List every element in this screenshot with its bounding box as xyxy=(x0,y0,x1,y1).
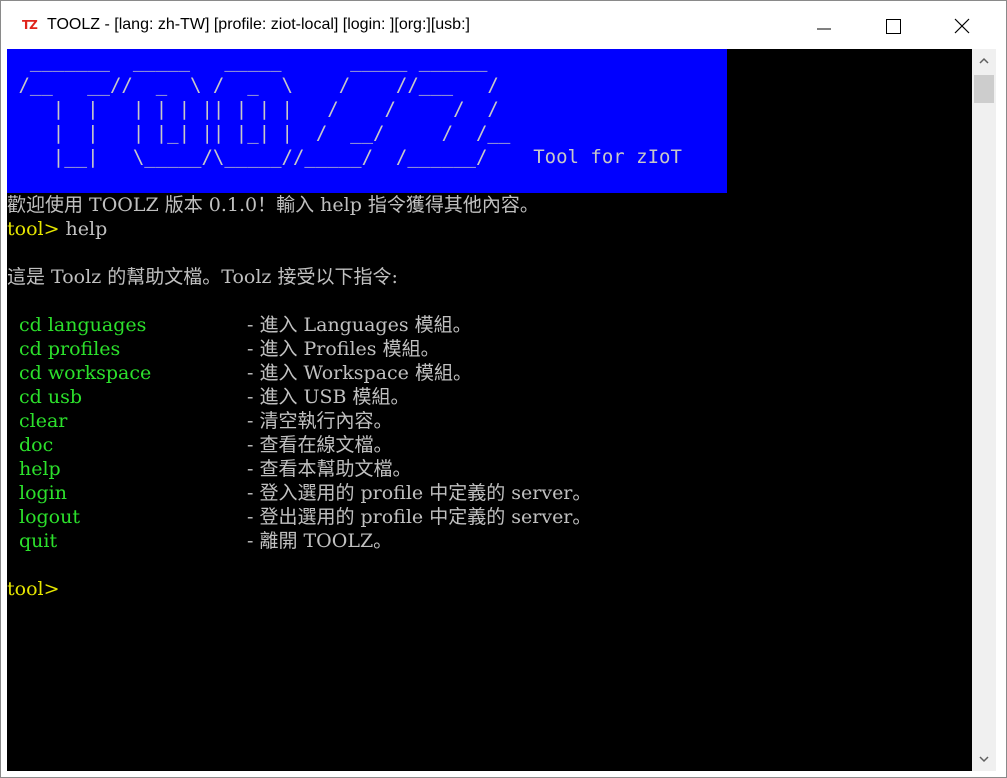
command-name: cd languages xyxy=(19,314,147,336)
command-name: cd usb xyxy=(19,386,82,408)
command-description: - 進入 USB 模組。 xyxy=(247,386,410,408)
command-name: doc xyxy=(19,434,54,456)
title-bar[interactable]: TZ TOOLZ - [lang: zh-TW] [profile: ziot-… xyxy=(1,1,1006,49)
window-frame-right xyxy=(996,49,1006,777)
command-description: - 進入 Workspace 模組。 xyxy=(247,362,472,384)
minimize-icon xyxy=(817,28,831,30)
console-output: 歡迎使用 TOOLZ 版本 0.1.0！輸入 help 指令獲得其他內容。 to… xyxy=(7,193,972,601)
typed-command: help xyxy=(59,218,108,240)
help-entry: cd workspace - 進入 Workspace 模組。 xyxy=(7,361,972,385)
console-area[interactable]: _______ _____ _____ _____ ______ /__ __/… xyxy=(7,49,972,771)
command-name: cd profiles xyxy=(19,338,121,360)
ascii-banner: _______ _____ _____ _____ ______ /__ __/… xyxy=(7,49,727,193)
command-description: - 進入 Languages 模組。 xyxy=(247,314,472,336)
help-entry: cd languages - 進入 Languages 模組。 xyxy=(7,313,972,337)
help-entry: logout - 登出選用的 profile 中定義的 server。 xyxy=(7,505,972,529)
command-name: logout xyxy=(19,506,80,528)
command-name: clear xyxy=(19,410,68,432)
command-name: cd workspace xyxy=(19,362,152,384)
window-title: TOOLZ - [lang: zh-TW] [profile: ziot-loc… xyxy=(47,16,470,33)
scroll-thumb[interactable] xyxy=(974,75,994,103)
command-description: - 清空執行內容。 xyxy=(247,410,393,432)
help-entry: cd usb - 進入 USB 模組。 xyxy=(7,385,972,409)
help-entry: quit - 離開 TOOLZ。 xyxy=(7,529,972,553)
prompt: tool> xyxy=(7,218,60,240)
window-frame-bottom xyxy=(1,771,1006,777)
command-name: login xyxy=(19,482,67,504)
command-description: - 查看在線文檔。 xyxy=(247,434,393,456)
scroll-up-button[interactable] xyxy=(972,49,996,73)
command-description: - 查看本幫助文檔。 xyxy=(247,458,412,480)
chevron-down-icon xyxy=(979,756,989,763)
app-logo-icon: TZ xyxy=(22,18,38,32)
help-entry: clear - 清空執行內容。 xyxy=(7,409,972,433)
command-description: - 進入 Profiles 模組。 xyxy=(247,338,440,360)
maximize-icon xyxy=(886,19,901,34)
command-description: - 離開 TOOLZ。 xyxy=(247,530,393,552)
help-entry: help - 查看本幫助文檔。 xyxy=(7,457,972,481)
chevron-up-icon xyxy=(979,57,989,64)
welcome-line: 歡迎使用 TOOLZ 版本 0.1.0！輸入 help 指令獲得其他內容。 xyxy=(7,194,539,216)
scroll-down-button[interactable] xyxy=(972,747,996,771)
help-entry: cd profiles - 進入 Profiles 模組。 xyxy=(7,337,972,361)
close-button[interactable] xyxy=(939,1,985,49)
vertical-scrollbar[interactable] xyxy=(972,49,996,771)
help-intro: 這是 Toolz 的幫助文檔。Toolz 接受以下指令: xyxy=(7,266,398,288)
minimize-button[interactable] xyxy=(801,1,847,49)
help-entry: login - 登入選用的 profile 中定義的 server。 xyxy=(7,481,972,505)
close-icon xyxy=(954,18,970,34)
maximize-button[interactable] xyxy=(870,1,916,49)
command-name: quit xyxy=(19,530,58,552)
input-line[interactable]: tool> xyxy=(7,577,972,601)
command-description: - 登出選用的 profile 中定義的 server。 xyxy=(247,506,592,528)
terminal-window: TZ TOOLZ - [lang: zh-TW] [profile: ziot-… xyxy=(0,0,1007,778)
command-description: - 登入選用的 profile 中定義的 server。 xyxy=(247,482,592,504)
command-name: help xyxy=(19,458,61,480)
banner-ascii-art: _______ _____ _____ _____ ______ /__ __/… xyxy=(18,50,682,168)
help-entry: doc - 查看在線文檔。 xyxy=(7,433,972,457)
command-line: tool> help xyxy=(7,217,972,241)
